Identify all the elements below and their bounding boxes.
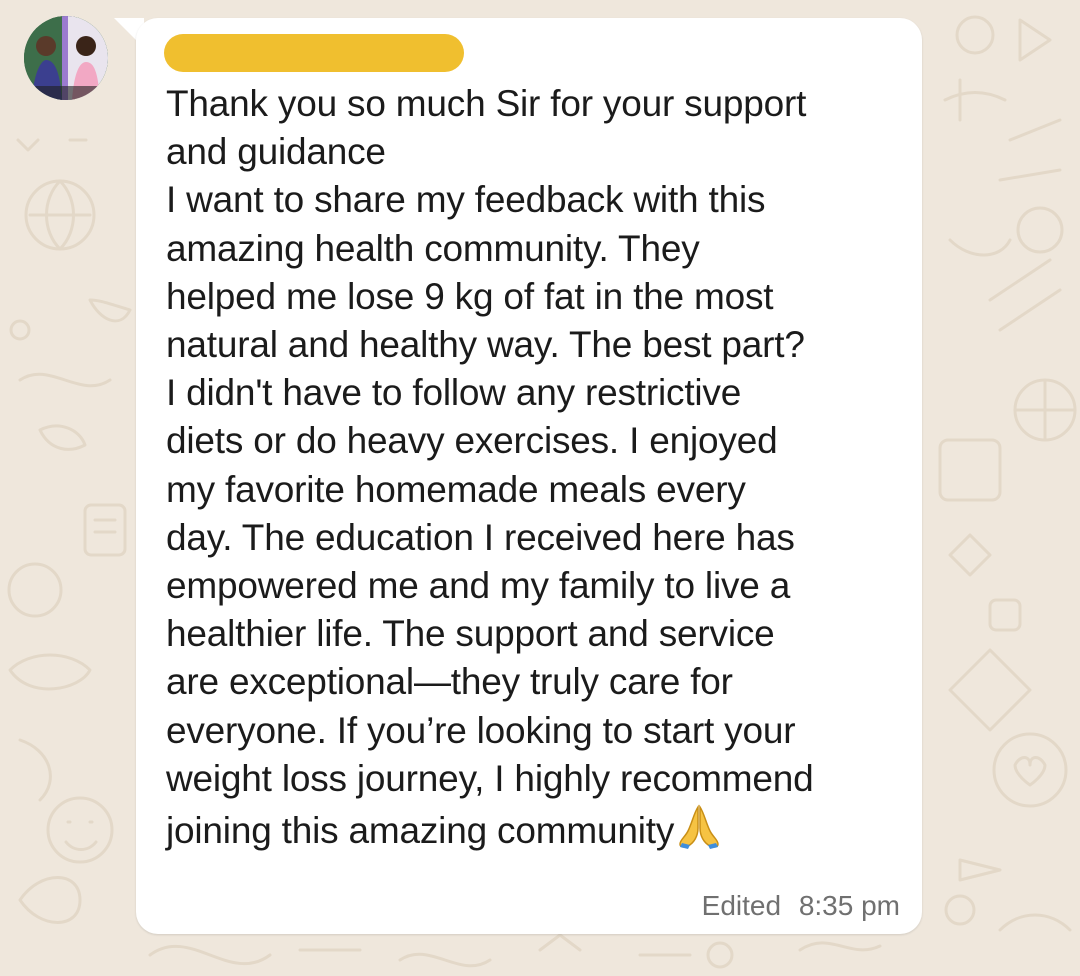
message-line: healthier life. The support and service: [166, 613, 775, 655]
message-line: Thank you so much Sir for your support: [166, 83, 807, 124]
message-line: I want to share my feedback with this: [166, 179, 766, 221]
message-line: helped me lose 9 kg of fat in the most: [166, 275, 774, 317]
message-line: empowered me and my family to live a: [166, 565, 791, 607]
message-line: amazing health community. They: [166, 227, 700, 269]
message-line: diets or do heavy exercises. I enjoyed: [166, 420, 778, 462]
sender-name-redacted: [164, 34, 464, 72]
message-line-text: joining this amazing community: [166, 810, 675, 852]
edited-label: Edited: [701, 890, 782, 921]
message-text: Thank you so much Sir for your support a…: [166, 80, 906, 861]
message-line: day. The education I received here has: [166, 516, 795, 558]
message-line: natural and healthy way. The best part?: [166, 324, 805, 366]
message-line-last: joining this amazing community: [166, 803, 906, 861]
message-line: my favorite homemade meals every: [166, 468, 746, 510]
message-line: I didn't have to follow any restrictive: [166, 372, 742, 414]
message-meta: Edited 8:35 pm: [702, 890, 900, 922]
message-line: everyone. If you’re looking to start you…: [166, 709, 796, 751]
message-line: weight loss journey, I highly recommend: [166, 757, 814, 799]
message-line: and guidance: [166, 131, 386, 173]
message-line: are exceptional—they truly care for: [166, 661, 733, 703]
avatar-photo: [24, 16, 108, 100]
sender-avatar[interactable]: [24, 16, 108, 100]
message-time: 8:35 pm: [798, 890, 900, 921]
folded-hands-emoji: [678, 803, 720, 861]
